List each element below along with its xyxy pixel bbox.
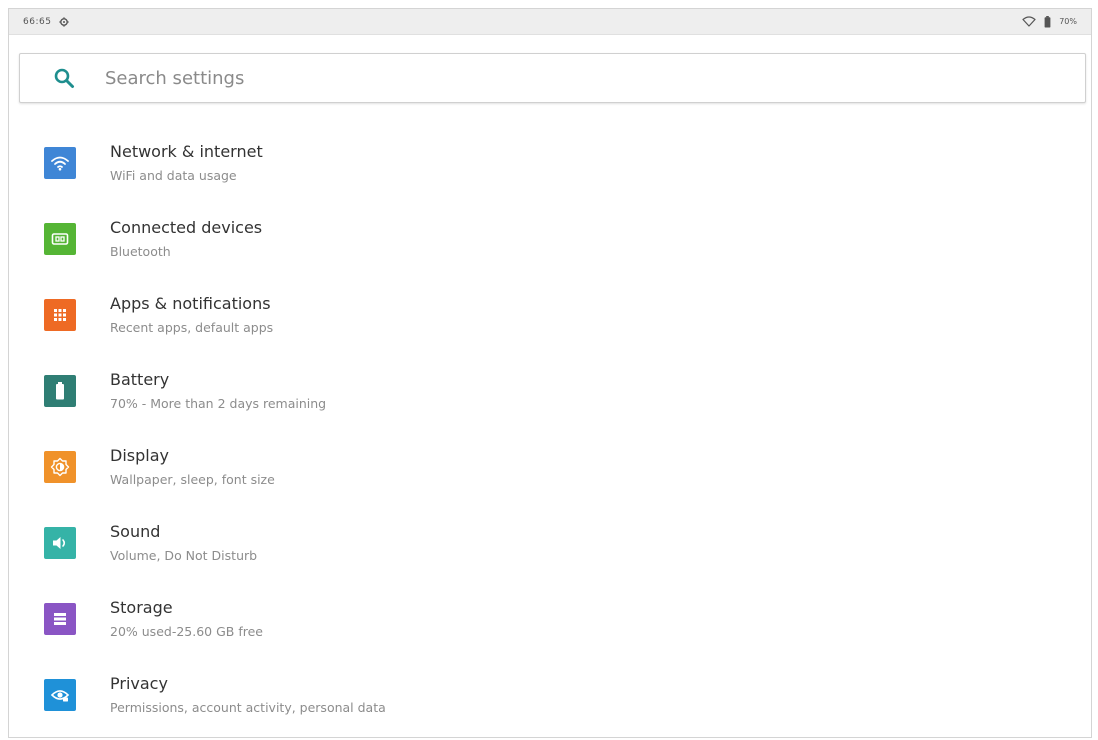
status-time: 66:65 xyxy=(23,16,52,27)
search-icon xyxy=(53,67,75,89)
setting-text: Sound Volume, Do Not Disturb xyxy=(110,522,257,565)
setting-title: Apps & notifications xyxy=(110,293,271,313)
setting-text: Storage 20% used-25.60 GB free xyxy=(110,598,263,641)
setting-item-apps[interactable]: Apps & notifications Recent apps, defaul… xyxy=(9,277,1091,353)
setting-item-battery[interactable]: Battery 70% - More than 2 days remaining xyxy=(9,353,1091,429)
status-right: 70% xyxy=(1022,15,1077,28)
setting-title: Battery xyxy=(110,369,170,389)
setting-item-storage[interactable]: Storage 20% used-25.60 GB free xyxy=(9,581,1091,657)
volume-icon xyxy=(44,527,76,559)
setting-subtitle: Wallpaper, sleep, font size xyxy=(110,471,275,487)
search-bar[interactable] xyxy=(19,53,1086,103)
apps-grid-icon xyxy=(44,299,76,331)
battery-percent: 70% xyxy=(1059,17,1077,26)
wifi-icon xyxy=(44,147,76,179)
setting-text: Network & internet WiFi and data usage xyxy=(110,142,263,185)
status-bar: 66:65 70% xyxy=(9,9,1091,35)
setting-subtitle: Permissions, account activity, personal … xyxy=(110,699,386,715)
setting-item-sound[interactable]: Sound Volume, Do Not Disturb xyxy=(9,505,1091,581)
setting-item-display[interactable]: Display Wallpaper, sleep, font size xyxy=(9,429,1091,505)
battery-icon xyxy=(44,375,76,407)
setting-title: Display xyxy=(110,445,169,465)
privacy-eye-icon xyxy=(44,679,76,711)
settings-list: Network & internet WiFi and data usage C… xyxy=(9,125,1091,733)
setting-text: Privacy Permissions, account activity, p… xyxy=(110,674,386,717)
setting-subtitle: Volume, Do Not Disturb xyxy=(110,547,258,563)
setting-title: Privacy xyxy=(110,673,168,693)
setting-text: Connected devices Bluetooth xyxy=(110,218,262,261)
setting-title: Sound xyxy=(110,521,161,541)
battery-status-icon xyxy=(1044,15,1051,28)
settings-screen: 66:65 70% Search settings Network & inte… xyxy=(8,8,1092,738)
setting-text: Display Wallpaper, sleep, font size xyxy=(110,446,275,489)
setting-title: Network & internet xyxy=(110,141,263,161)
setting-subtitle: WiFi and data usage xyxy=(110,167,237,183)
setting-text: Battery 70% - More than 2 days remaining xyxy=(110,370,326,413)
setting-subtitle: Bluetooth xyxy=(110,243,171,259)
setting-subtitle: 20% used-25.60 GB free xyxy=(110,623,263,639)
setting-item-connected-devices[interactable]: Connected devices Bluetooth xyxy=(9,201,1091,277)
setting-title: Connected devices xyxy=(110,217,263,237)
settings-gear-icon xyxy=(59,16,70,27)
wifi-signal-icon xyxy=(1022,16,1036,27)
setting-subtitle: 70% - More than 2 days remaining xyxy=(110,395,327,411)
search-input[interactable] xyxy=(105,67,905,89)
status-left: 66:65 xyxy=(23,16,70,27)
setting-text: Apps & notifications Recent apps, defaul… xyxy=(110,294,273,337)
setting-subtitle: Recent apps, default apps xyxy=(110,319,274,335)
setting-item-privacy[interactable]: Privacy Permissions, account activity, p… xyxy=(9,657,1091,733)
storage-icon xyxy=(44,603,76,635)
setting-item-network[interactable]: Network & internet WiFi and data usage xyxy=(9,125,1091,201)
connected-devices-icon xyxy=(44,223,76,255)
brightness-icon xyxy=(44,451,76,483)
setting-title: Storage xyxy=(110,597,173,617)
